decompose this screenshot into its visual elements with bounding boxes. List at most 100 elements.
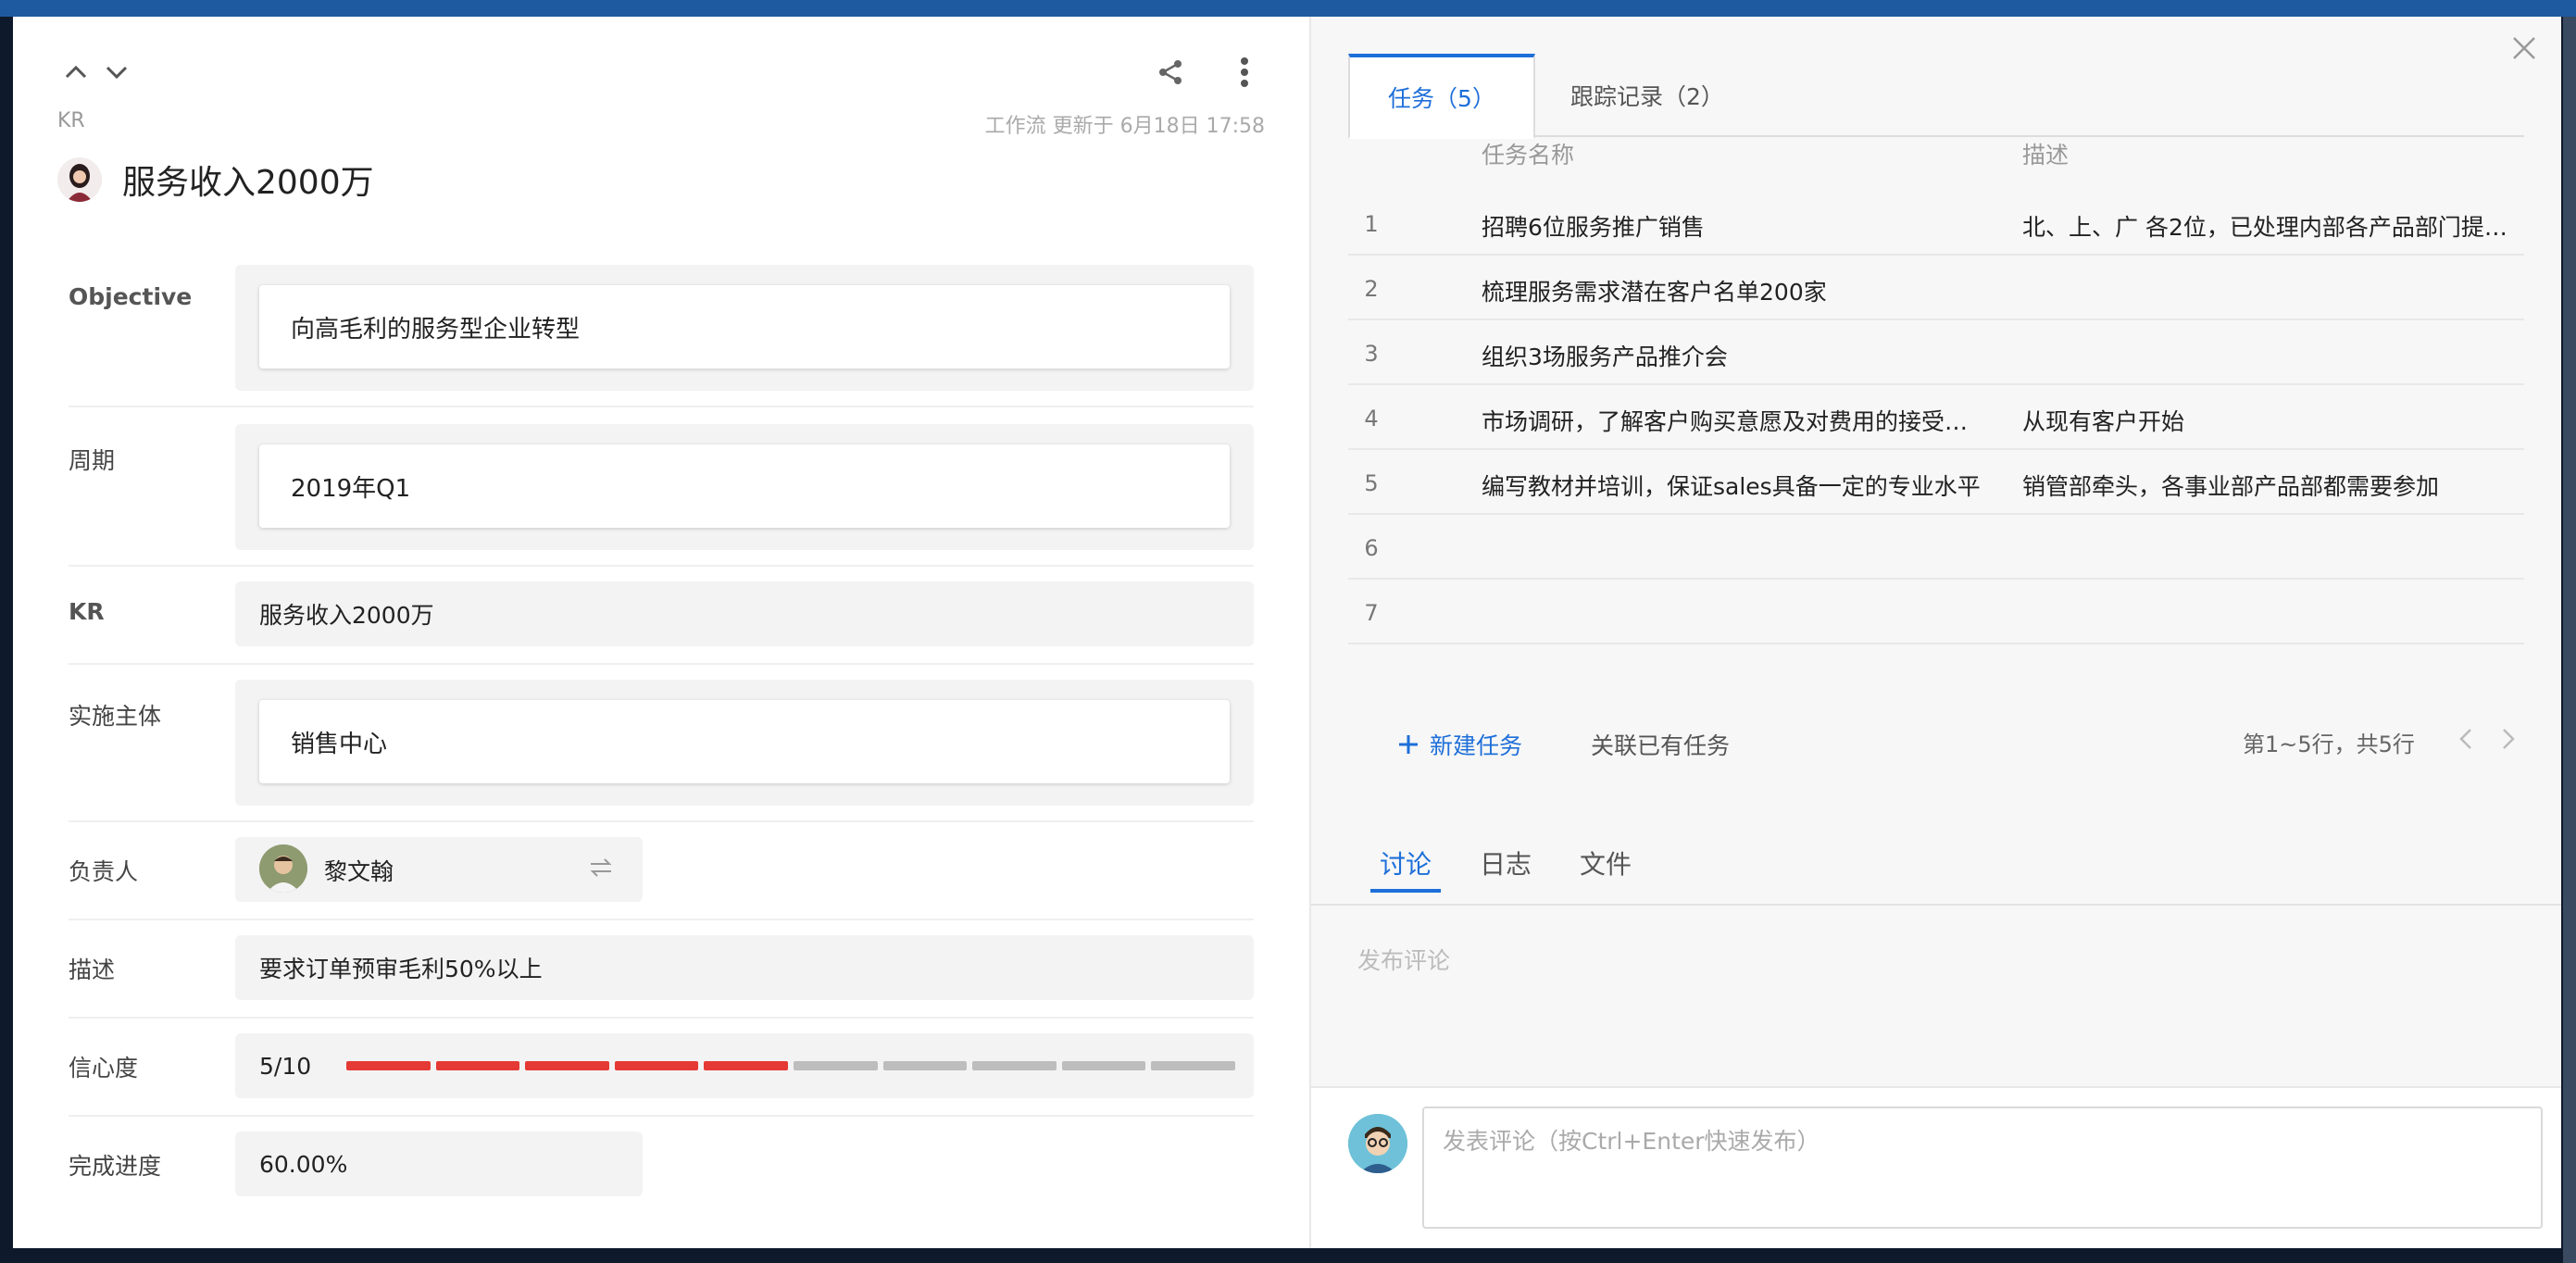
field-owner-org-container: 销售中心: [235, 680, 1254, 806]
table-row[interactable]: 1 招聘6位服务推广销售 北、上、广 各2位，已处理内部各产品部门提…: [1348, 191, 2524, 256]
field-label: Objective: [69, 283, 193, 310]
kr-type-tag: KR: [57, 109, 85, 132]
tab-discussion[interactable]: 讨论: [1370, 844, 1442, 893]
row-number: 6: [1364, 535, 1379, 561]
task-tabs: 任务（5） 跟踪记录（2）: [1348, 54, 2524, 139]
confidence-segment[interactable]: [1061, 1061, 1146, 1070]
confidence-segment[interactable]: [882, 1061, 968, 1070]
field-row-owner-org: 实施主体 销售中心: [69, 665, 1254, 822]
kr-input[interactable]: 服务收入2000万: [235, 581, 1254, 646]
tasks-discussion-panel: 任务（5） 跟踪记录（2） 任务名称 描述 1 招聘6位服务推广销售 北、上、广…: [1309, 17, 2561, 1248]
field-row-progress: 完成进度 60.00%: [69, 1117, 1254, 1215]
field-period-container: 2019年Q1: [235, 424, 1254, 550]
confidence-segment[interactable]: [704, 1061, 788, 1070]
confidence-segment[interactable]: [1151, 1061, 1235, 1070]
tab-files[interactable]: 文件: [1580, 844, 1632, 893]
chevron-down-icon[interactable]: [98, 54, 135, 91]
tab-tasks[interactable]: 任务（5）: [1348, 54, 1535, 139]
update-meta: 工作流 更新于 6月18日 17:58: [984, 115, 1265, 138]
pagination-info: 第1~5行，共5行: [2243, 732, 2415, 757]
progress-value: 60.00%: [259, 1150, 348, 1178]
field-label: 信心度: [69, 1055, 139, 1082]
comment-input[interactable]: 发表评论（按Ctrl+Enter快速发布）: [1422, 1107, 2543, 1229]
background-edge: [2563, 17, 2576, 1263]
share-icon[interactable]: [1148, 50, 1193, 94]
confidence-segment[interactable]: [435, 1061, 520, 1070]
task-desc: 北、上、广 各2位，已处理内部各产品部门提…: [2022, 214, 2507, 241]
swap-icon[interactable]: [589, 857, 613, 882]
field-label: KR: [69, 598, 105, 625]
background-app-bar: [0, 0, 2576, 17]
description-input[interactable]: 要求订单预审毛利50%以上: [235, 935, 1254, 1000]
task-name[interactable]: 市场调研，了解客户购买意愿及对费用的接受…: [1482, 404, 2000, 437]
confidence-segment[interactable]: [794, 1061, 878, 1070]
task-name[interactable]: 梳理服务需求潜在客户名单200家: [1482, 274, 2000, 307]
row-number: 7: [1364, 600, 1379, 626]
confidence-slider[interactable]: 5/10: [235, 1033, 1254, 1098]
kr-detail-panel: KR 工作流 更新于 6月18日 17:58 服务收入2000万 Objecti…: [13, 17, 1309, 1248]
chevron-up-icon[interactable]: [57, 54, 94, 91]
table-row[interactable]: 4 市场调研，了解客户购买意愿及对费用的接受… 从现有客户开始: [1348, 385, 2524, 450]
kr-value: 服务收入2000万: [259, 602, 434, 629]
row-number: 3: [1364, 341, 1379, 367]
link-existing-task-button[interactable]: 关联已有任务: [1591, 728, 1730, 761]
confidence-value: 5/10: [259, 1052, 312, 1080]
chevron-left-icon[interactable]: [2452, 722, 2480, 756]
assignee-selector[interactable]: 黎文翰: [235, 837, 643, 902]
field-label: 实施主体: [69, 703, 162, 730]
task-name[interactable]: 编写教材并培训，保证sales具备一定的专业水平: [1482, 469, 2000, 502]
field-objective-container: 向高毛利的服务型企业转型: [235, 265, 1254, 391]
objective-card[interactable]: 向高毛利的服务型企业转型: [259, 285, 1230, 369]
row-number: 2: [1364, 276, 1379, 302]
field-row-objective: Objective 向高毛利的服务型企业转型: [69, 248, 1254, 407]
row-number: 4: [1364, 406, 1379, 431]
period-card[interactable]: 2019年Q1: [259, 444, 1230, 528]
table-scroll-fade: [1348, 669, 2524, 676]
field-label: 周期: [69, 447, 116, 474]
tab-tracking[interactable]: 跟踪记录（2）: [1570, 54, 1724, 137]
confidence-segment[interactable]: [525, 1061, 609, 1070]
chevron-right-icon[interactable]: [2495, 722, 2522, 756]
table-row[interactable]: 5 编写教材并培训，保证sales具备一定的专业水平 销管部牵头，各事业部产品部…: [1348, 450, 2524, 515]
discussion-tabs: 讨论 日志 文件: [1311, 832, 2561, 906]
table-row[interactable]: 3 组织3场服务产品推介会: [1348, 320, 2524, 385]
avatar: [57, 157, 102, 202]
tab-log[interactable]: 日志: [1480, 844, 1532, 893]
field-row-description: 描述 要求订单预审毛利50%以上: [69, 920, 1254, 1019]
task-desc: 销管部牵头，各事业部产品部都需要参加: [2022, 473, 2440, 500]
plus-icon: [1399, 735, 1418, 754]
field-row-confidence: 信心度 5/10: [69, 1019, 1254, 1117]
avatar: [259, 844, 307, 893]
field-row-period: 周期 2019年Q1: [69, 407, 1254, 567]
confidence-segment[interactable]: [972, 1061, 1057, 1070]
progress-input[interactable]: 60.00%: [235, 1132, 643, 1196]
task-name[interactable]: 招聘6位服务推广销售: [1482, 209, 2000, 243]
field-row-assignee: 负责人 黎文翰: [69, 822, 1254, 920]
table-row[interactable]: 7: [1348, 580, 2524, 644]
description-value: 要求订单预审毛利50%以上: [259, 956, 543, 982]
row-number: 5: [1364, 470, 1379, 496]
field-label: 完成进度: [69, 1153, 162, 1180]
task-name[interactable]: 组织3场服务产品推介会: [1482, 339, 2000, 372]
confidence-bar[interactable]: [346, 1061, 1235, 1070]
confidence-segment[interactable]: [346, 1061, 431, 1070]
table-row[interactable]: 6: [1348, 515, 2524, 580]
column-header-desc: 描述: [2022, 142, 2070, 169]
owner-org-card[interactable]: 销售中心: [259, 700, 1230, 783]
new-task-label: 新建任务: [1430, 732, 1523, 759]
field-label: 负责人: [69, 858, 139, 885]
comment-placeholder: 发表评论（按Ctrl+Enter快速发布）: [1443, 1128, 1820, 1155]
assignee-name: 黎文翰: [324, 858, 394, 885]
field-row-kr: KR 服务收入2000万: [69, 567, 1254, 665]
field-label: 描述: [69, 957, 116, 983]
page-title: 服务收入2000万: [122, 164, 374, 202]
avatar: [1348, 1114, 1407, 1173]
table-row[interactable]: 2 梳理服务需求潜在客户名单200家: [1348, 256, 2524, 320]
task-desc: 从现有客户开始: [2022, 408, 2185, 435]
column-header-name: 任务名称: [1482, 142, 1575, 169]
new-task-button[interactable]: 新建任务: [1398, 728, 1522, 761]
confidence-segment[interactable]: [614, 1061, 699, 1070]
more-options-icon[interactable]: [1222, 50, 1267, 94]
okr-detail-modal: KR 工作流 更新于 6月18日 17:58 服务收入2000万 Objecti…: [13, 17, 2561, 1248]
post-comment-hint: 发布评论: [1357, 947, 1451, 974]
